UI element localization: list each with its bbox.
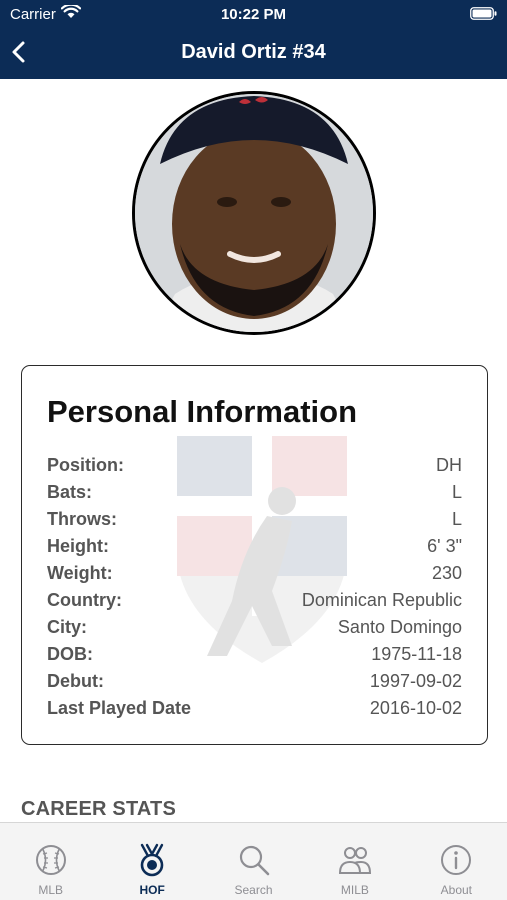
info-row-city: City: Santo Domingo <box>47 614 462 641</box>
info-row-last-played: Last Played Date 2016-10-02 <box>47 695 462 722</box>
info-rows: Position: DH Bats: L Throws: L Height: 6… <box>47 452 462 722</box>
info-row-country: Country: Dominican Republic <box>47 587 462 614</box>
search-icon <box>239 845 269 876</box>
battery-icon <box>470 7 497 20</box>
info-label: Throws: <box>47 509 117 529</box>
info-row-height: Height: 6' 3" <box>47 533 462 560</box>
info-row-throws: Throws: L <box>47 506 462 533</box>
status-time: 10:22 PM <box>220 6 287 23</box>
info-label: Weight: <box>47 563 113 583</box>
tab-about[interactable]: About <box>406 823 507 900</box>
info-row-debut: Debut: 1997-09-02 <box>47 668 462 695</box>
info-value: Santo Domingo <box>337 617 462 637</box>
info-label: Bats: <box>47 482 93 502</box>
info-value: 6' 3" <box>427 536 462 556</box>
info-icon <box>441 845 472 875</box>
tab-milb[interactable]: MILB <box>304 823 405 900</box>
people-icon <box>338 847 371 874</box>
info-value: DH <box>436 455 462 475</box>
card-title: Personal Information <box>47 394 358 429</box>
info-label: Height: <box>47 536 109 556</box>
info-label: Position: <box>47 455 124 475</box>
info-value: Dominican Republic <box>301 590 462 610</box>
info-value: L <box>451 509 462 529</box>
info-label: Debut: <box>47 671 104 691</box>
info-row-bats: Bats: L <box>47 479 462 506</box>
info-label: DOB: <box>47 644 93 664</box>
info-row-dob: DOB: 1975-11-18 <box>47 641 462 668</box>
tab-hof[interactable]: HOF <box>101 823 202 900</box>
info-value: 230 <box>431 563 462 583</box>
career-stats-heading: CAREER STATS <box>21 798 176 820</box>
player-photo-image <box>135 94 373 332</box>
player-photo <box>132 91 376 335</box>
tab-bar: MLB HOF Search MILB About <box>0 822 507 900</box>
tab-label: MILB <box>340 883 369 897</box>
tab-label: HOF <box>139 883 165 897</box>
tab-mlb[interactable]: MLB <box>0 823 101 900</box>
tab-search[interactable]: Search <box>203 823 304 900</box>
info-value: L <box>451 482 462 502</box>
page-title: David Ortiz #34 <box>181 41 326 63</box>
info-row-weight: Weight: 230 <box>47 560 462 587</box>
info-value: 2016-10-02 <box>369 698 462 718</box>
status-bar: Carrier 10:22 PM <box>0 0 507 30</box>
info-row-position: Position: DH <box>47 452 462 479</box>
personal-info-card: Personal Information Position: DH Bats: … <box>21 365 488 745</box>
info-label: Last Played Date <box>47 698 192 718</box>
navigation-bar: David Ortiz #34 <box>0 30 507 79</box>
info-label: Country: <box>47 590 122 610</box>
info-value: 1997-09-02 <box>369 671 462 691</box>
baseball-icon <box>35 845 66 875</box>
info-label: City: <box>47 617 87 637</box>
tab-label: Search <box>234 883 273 897</box>
header: Carrier 10:22 PM David Ortiz #34 <box>0 0 507 79</box>
info-value: 1975-11-18 <box>371 644 462 664</box>
tab-label: About <box>440 883 472 897</box>
tab-label: MLB <box>38 883 64 897</box>
medal-icon <box>140 843 164 877</box>
